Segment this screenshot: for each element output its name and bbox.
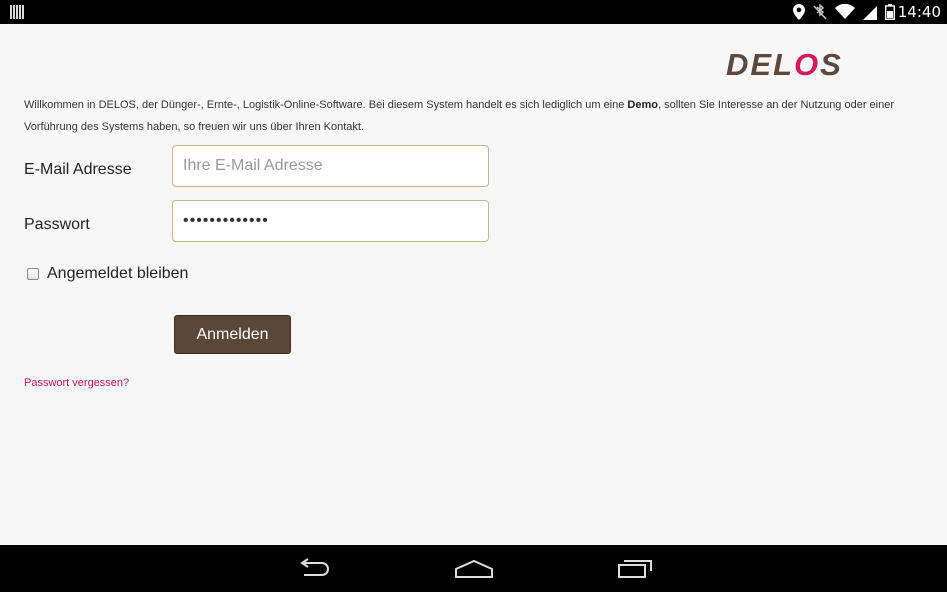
password-label: Passwort	[24, 216, 90, 233]
battery-icon	[885, 4, 895, 20]
delos-logo: DELOS	[726, 47, 880, 82]
location-icon	[793, 4, 805, 20]
email-field[interactable]	[172, 145, 489, 187]
remember-checkbox[interactable]	[27, 268, 39, 280]
intro-text-start: Willkommen in DELOS, der Dünger-, Ernte-…	[24, 99, 628, 111]
back-button[interactable]	[289, 555, 339, 583]
logo-text-del: DEL	[726, 47, 794, 82]
login-button[interactable]: Anmelden	[174, 315, 291, 354]
recent-apps-button[interactable]	[610, 555, 660, 583]
signal-icon	[863, 6, 877, 20]
remember-label: Angemeldet bleiben	[47, 265, 189, 282]
page-content: DELOS Willkommen in DELOS, der Dünger-, …	[0, 24, 947, 545]
back-icon	[300, 558, 329, 576]
wifi-icon	[835, 4, 855, 19]
navigation-bar	[0, 545, 947, 592]
intro-text-bold: Demo	[627, 99, 658, 111]
remember-me[interactable]: Angemeldet bleiben	[27, 265, 188, 283]
intro-text: Willkommen in DELOS, der Dünger-, Ernte-…	[24, 94, 929, 138]
status-bar: 14:40	[0, 0, 947, 24]
clock: 14:40	[897, 3, 941, 21]
barcode-icon	[10, 5, 24, 19]
recent-apps-icon	[618, 560, 652, 578]
home-button[interactable]	[449, 555, 499, 583]
password-field[interactable]	[172, 200, 489, 242]
home-icon	[455, 559, 493, 578]
bluetooth-off-icon	[813, 4, 827, 20]
logo-text-o: O	[794, 47, 821, 82]
logo-text-s: S	[820, 47, 843, 82]
status-icons	[793, 3, 895, 21]
forgot-password-link[interactable]: Passwort vergessen?	[24, 377, 129, 389]
email-label: E-Mail Adresse	[24, 161, 132, 178]
